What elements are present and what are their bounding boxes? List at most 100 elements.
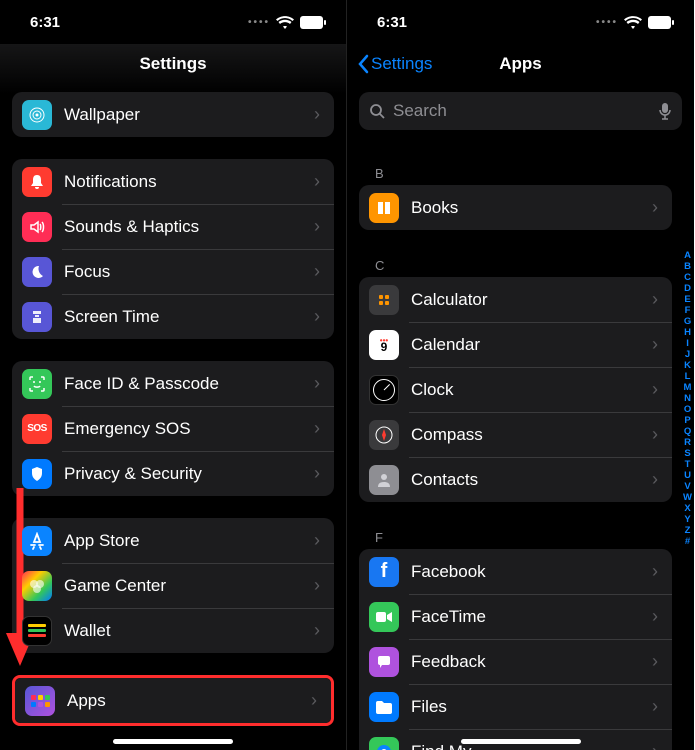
index-letter[interactable]: X	[683, 503, 692, 514]
index-letter[interactable]: K	[683, 360, 692, 371]
microphone-icon[interactable]	[658, 102, 672, 120]
index-letter[interactable]: J	[683, 349, 692, 360]
section-header: F	[359, 524, 672, 549]
row-label: Privacy & Security	[64, 464, 314, 484]
index-letter[interactable]: M	[683, 382, 692, 393]
chevron-right-icon: ›	[652, 606, 658, 627]
chevron-right-icon: ›	[314, 620, 320, 641]
app-row-facetime[interactable]: FaceTime ›	[359, 594, 672, 639]
index-letter[interactable]: P	[683, 415, 692, 426]
app-row-clock[interactable]: Clock ›	[359, 367, 672, 412]
index-letter[interactable]: Q	[683, 426, 692, 437]
row-label: Feedback	[411, 652, 652, 672]
page-title: Apps	[499, 54, 542, 74]
index-letter[interactable]: L	[683, 371, 692, 382]
wallet-icon	[22, 616, 52, 646]
settings-row-appstore[interactable]: App Store ›	[12, 518, 334, 563]
index-letter[interactable]: U	[683, 470, 692, 481]
row-label: Sounds & Haptics	[64, 217, 314, 237]
chevron-right-icon: ›	[314, 418, 320, 439]
gamecenter-icon	[22, 571, 52, 601]
row-label: Focus	[64, 262, 314, 282]
index-letter[interactable]: A	[683, 250, 692, 261]
chevron-right-icon: ›	[652, 334, 658, 355]
index-letter[interactable]: R	[683, 437, 692, 448]
index-letter[interactable]: C	[683, 272, 692, 283]
chevron-right-icon: ›	[652, 424, 658, 445]
index-letter[interactable]: B	[683, 261, 692, 272]
settings-row-notifications[interactable]: Notifications ›	[12, 159, 334, 204]
row-label: FaceTime	[411, 607, 652, 627]
row-label: Contacts	[411, 470, 652, 490]
index-letter[interactable]: W	[683, 492, 692, 503]
app-row-feedback[interactable]: Feedback ›	[359, 639, 672, 684]
app-row-compass[interactable]: Compass ›	[359, 412, 672, 457]
chevron-right-icon: ›	[314, 373, 320, 394]
app-row-contacts[interactable]: Contacts ›	[359, 457, 672, 502]
index-letter[interactable]: E	[683, 294, 692, 305]
search-input[interactable]: Search	[359, 92, 682, 130]
index-letter[interactable]: H	[683, 327, 692, 338]
index-letter[interactable]: Y	[683, 514, 692, 525]
clock-time: 6:31	[377, 14, 407, 31]
back-button[interactable]: Settings	[357, 54, 432, 74]
settings-row-gamecenter[interactable]: Game Center ›	[12, 563, 334, 608]
app-row-calendar[interactable]: •••9 Calendar ›	[359, 322, 672, 367]
app-row-files[interactable]: Files ›	[359, 684, 672, 729]
contacts-icon	[369, 465, 399, 495]
chevron-right-icon: ›	[652, 469, 658, 490]
row-label: Books	[411, 198, 652, 218]
home-indicator[interactable]	[461, 739, 581, 744]
index-letter[interactable]: T	[683, 459, 692, 470]
row-label: Facebook	[411, 562, 652, 582]
settings-row-faceid[interactable]: Face ID & Passcode ›	[12, 361, 334, 406]
alphabet-index[interactable]: ABCDEFGHIJKLMNOPQRSTUVWXYZ#	[683, 250, 692, 547]
clock-time: 6:31	[30, 14, 60, 31]
status-bar: 6:31 ••••	[347, 0, 694, 44]
index-letter[interactable]: S	[683, 448, 692, 459]
app-row-calculator[interactable]: Calculator ›	[359, 277, 672, 322]
index-letter[interactable]: Z	[683, 525, 692, 536]
search-icon	[369, 103, 385, 119]
files-icon	[369, 692, 399, 722]
index-letter[interactable]: N	[683, 393, 692, 404]
appstore-icon	[22, 526, 52, 556]
wallpaper-icon	[22, 100, 52, 130]
chevron-right-icon: ›	[314, 261, 320, 282]
chevron-right-icon: ›	[652, 197, 658, 218]
wifi-icon	[276, 16, 294, 29]
settings-row-apps[interactable]: Apps ›	[15, 678, 331, 723]
settings-row-wallet[interactable]: Wallet ›	[12, 608, 334, 653]
chevron-right-icon: ›	[652, 379, 658, 400]
index-letter[interactable]: D	[683, 283, 692, 294]
index-letter[interactable]: V	[683, 481, 692, 492]
index-letter[interactable]: I	[683, 338, 692, 349]
row-label: Game Center	[64, 576, 314, 596]
findmy-icon	[369, 737, 399, 750]
settings-row-privacy[interactable]: Privacy & Security ›	[12, 451, 334, 496]
index-letter[interactable]: G	[683, 316, 692, 327]
app-row-books[interactable]: Books ›	[359, 185, 672, 230]
back-label: Settings	[371, 54, 432, 74]
index-letter[interactable]: O	[683, 404, 692, 415]
cellular-dots: ••••	[248, 17, 270, 28]
settings-row-sounds[interactable]: Sounds & Haptics ›	[12, 204, 334, 249]
row-label: Compass	[411, 425, 652, 445]
row-label: Wallpaper	[64, 105, 314, 125]
chevron-right-icon: ›	[652, 741, 658, 750]
calculator-icon	[369, 285, 399, 315]
settings-row-sos[interactable]: SOS Emergency SOS ›	[12, 406, 334, 451]
chevron-right-icon: ›	[314, 306, 320, 327]
index-letter[interactable]: #	[683, 536, 692, 547]
index-letter[interactable]: F	[683, 305, 692, 316]
app-row-facebook[interactable]: f Facebook ›	[359, 549, 672, 594]
row-label: Screen Time	[64, 307, 314, 327]
calendar-icon: •••9	[369, 330, 399, 360]
chevron-right-icon: ›	[314, 216, 320, 237]
settings-row-wallpaper[interactable]: Wallpaper ›	[12, 92, 334, 137]
faceid-icon	[22, 369, 52, 399]
home-indicator[interactable]	[113, 739, 233, 744]
settings-row-screentime[interactable]: Screen Time ›	[12, 294, 334, 339]
feedback-icon	[369, 647, 399, 677]
settings-row-focus[interactable]: Focus ›	[12, 249, 334, 294]
